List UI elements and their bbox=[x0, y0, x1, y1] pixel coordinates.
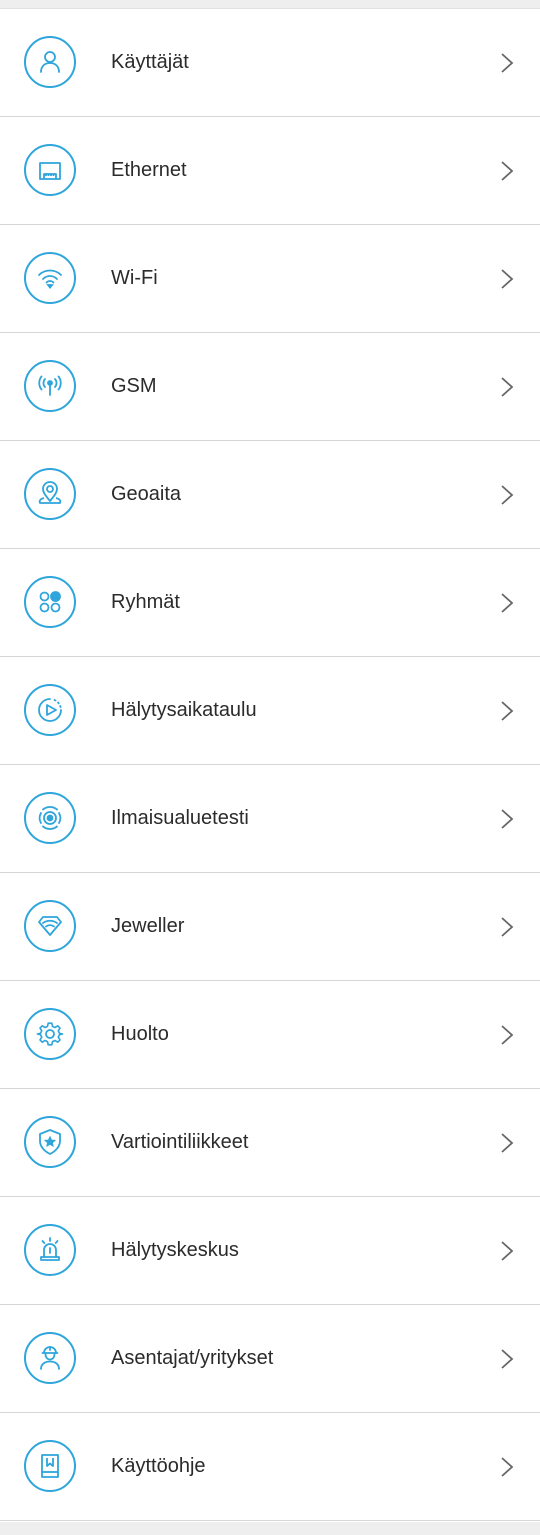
chevron-right-icon bbox=[501, 485, 514, 505]
menu-item-label: Käyttäjät bbox=[111, 51, 189, 73]
chevron-right-icon bbox=[501, 377, 514, 397]
menu-item-label: Wi-Fi bbox=[111, 267, 158, 289]
chevron-right-icon bbox=[501, 161, 514, 181]
menu-item-installers[interactable]: Asentajat/yritykset bbox=[0, 1305, 540, 1413]
installer-icon bbox=[24, 1332, 76, 1384]
menu-item-security-companies[interactable]: Vartiointiliikkeet bbox=[0, 1089, 540, 1197]
menu-item-geofence[interactable]: Geoaita bbox=[0, 441, 540, 549]
chevron-right-icon bbox=[501, 1457, 514, 1477]
menu-item-alarm-center[interactable]: Hälytyskeskus bbox=[0, 1197, 540, 1305]
chevron-right-icon bbox=[501, 701, 514, 721]
bottom-divider bbox=[0, 1522, 540, 1535]
menu-item-alarm-schedule[interactable]: Hälytysaikataulu bbox=[0, 657, 540, 765]
menu-item-detection-zone-test[interactable]: Ilmaisualuetesti bbox=[0, 765, 540, 873]
menu-item-gsm[interactable]: GSM bbox=[0, 333, 540, 441]
manual-book-icon bbox=[24, 1440, 76, 1492]
chevron-right-icon bbox=[501, 809, 514, 829]
settings-menu-list: Käyttäjät Ethernet Wi-Fi GSM Geoaita Ryh… bbox=[0, 9, 540, 1521]
chevron-right-icon bbox=[501, 1349, 514, 1369]
alarm-siren-icon bbox=[24, 1224, 76, 1276]
wifi-icon bbox=[24, 252, 76, 304]
chevron-right-icon bbox=[501, 53, 514, 73]
chevron-right-icon bbox=[501, 1025, 514, 1045]
location-pin-icon bbox=[24, 468, 76, 520]
top-divider bbox=[0, 0, 540, 9]
gear-icon bbox=[24, 1008, 76, 1060]
menu-item-label: Ethernet bbox=[111, 159, 187, 181]
menu-item-label: Hälytyskeskus bbox=[111, 1239, 239, 1261]
shield-star-icon bbox=[24, 1116, 76, 1168]
menu-item-wifi[interactable]: Wi-Fi bbox=[0, 225, 540, 333]
menu-item-label: Jeweller bbox=[111, 915, 185, 937]
jeweller-signal-icon bbox=[24, 900, 76, 952]
detection-zone-icon bbox=[24, 792, 76, 844]
menu-item-user-manual[interactable]: Käyttöohje bbox=[0, 1413, 540, 1521]
chevron-right-icon bbox=[501, 917, 514, 937]
menu-item-label: Asentajat/yritykset bbox=[111, 1347, 274, 1369]
chevron-right-icon bbox=[501, 1241, 514, 1261]
menu-item-label: Käyttöohje bbox=[111, 1455, 206, 1477]
menu-item-label: Vartiointiliikkeet bbox=[111, 1131, 249, 1153]
schedule-play-icon bbox=[24, 684, 76, 736]
menu-item-jeweller[interactable]: Jeweller bbox=[0, 873, 540, 981]
ethernet-icon bbox=[24, 144, 76, 196]
menu-item-label: GSM bbox=[111, 375, 157, 397]
menu-item-label: Ryhmät bbox=[111, 591, 180, 613]
user-icon bbox=[24, 36, 76, 88]
menu-item-label: Geoaita bbox=[111, 483, 182, 505]
chevron-right-icon bbox=[501, 1133, 514, 1153]
menu-item-maintenance[interactable]: Huolto bbox=[0, 981, 540, 1089]
menu-item-groups[interactable]: Ryhmät bbox=[0, 549, 540, 657]
menu-item-ethernet[interactable]: Ethernet bbox=[0, 117, 540, 225]
menu-item-users[interactable]: Käyttäjät bbox=[0, 9, 540, 117]
menu-item-label: Huolto bbox=[111, 1023, 169, 1045]
menu-item-label: Hälytysaikataulu bbox=[111, 699, 257, 721]
chevron-right-icon bbox=[501, 269, 514, 289]
chevron-right-icon bbox=[501, 593, 514, 613]
groups-icon bbox=[24, 576, 76, 628]
menu-item-label: Ilmaisualuetesti bbox=[111, 807, 249, 829]
antenna-icon bbox=[24, 360, 76, 412]
